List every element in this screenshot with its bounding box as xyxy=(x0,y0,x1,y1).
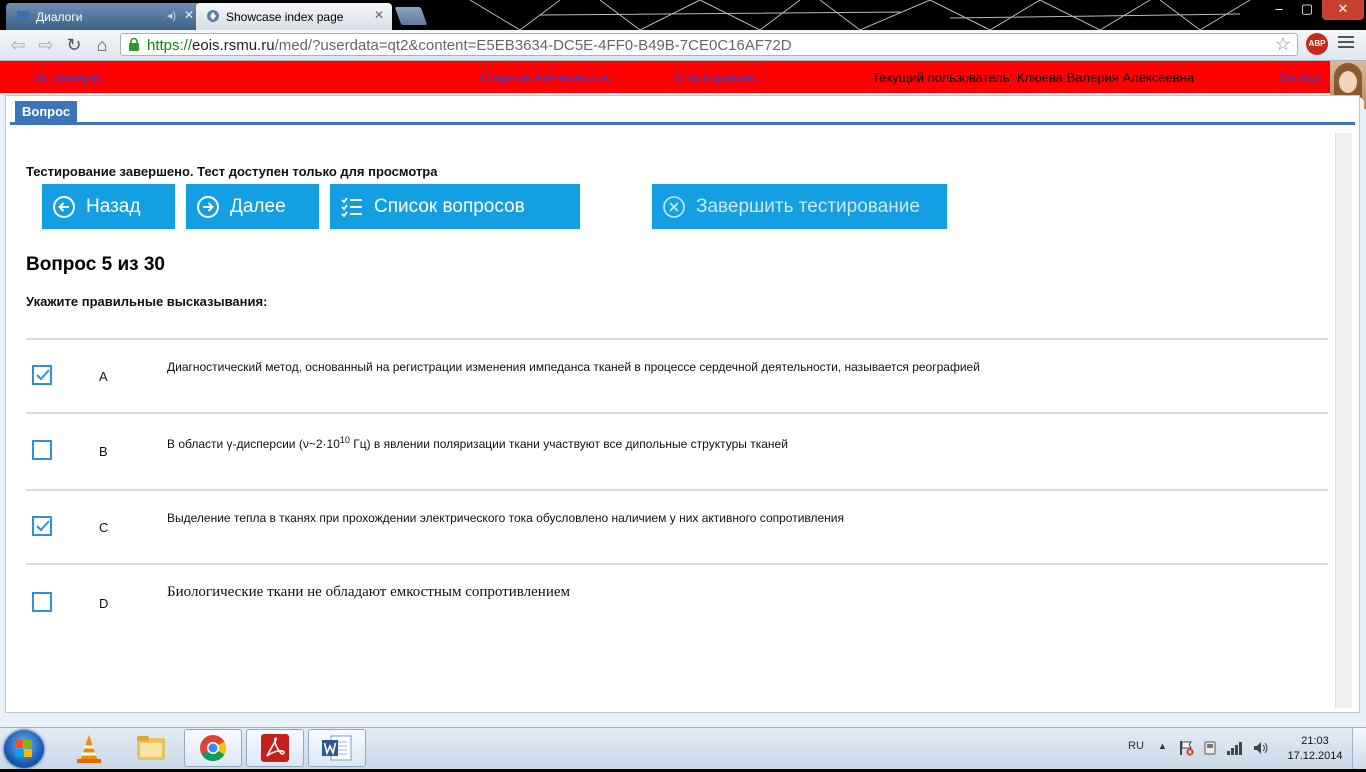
answer-letter: D xyxy=(99,596,109,611)
about-link[interactable]: О программе... xyxy=(675,70,765,85)
home-link[interactable]: На главную xyxy=(30,70,100,85)
tab-label: Showcase index page xyxy=(226,9,344,24)
checkmark-icon xyxy=(36,520,50,532)
answer-text: В области γ-дисперсии (ν~2·1010 Гц) в яв… xyxy=(167,435,788,451)
network-flag-icon[interactable] xyxy=(1178,740,1194,756)
vlc-icon xyxy=(77,735,101,763)
close-circle-icon xyxy=(663,195,685,218)
tab-showcase[interactable]: Showcase index page ✕ xyxy=(196,3,392,30)
browser-toolbar: ⇦ ⇨ ↻ ⌂ https://eois.rsmu.ru/med/?userda… xyxy=(0,30,1366,61)
question-title: Вопрос 5 из 30 xyxy=(26,254,165,275)
explorer-taskbar-button[interactable] xyxy=(122,729,180,767)
answer-divider xyxy=(26,412,1328,414)
adblock-plus-icon[interactable]: ABP xyxy=(1306,33,1328,55)
chrome-taskbar-button[interactable] xyxy=(184,729,242,767)
answer-text: Диагностический метод, основанный на рег… xyxy=(167,360,980,374)
answer-checkbox-b[interactable] xyxy=(32,440,52,460)
answer-checkbox-c[interactable] xyxy=(32,516,52,536)
home-icon[interactable]: ⌂ xyxy=(90,34,114,56)
url-path: /med/?userdata=qt2&content=E5EB3634-DC5E… xyxy=(274,37,792,54)
chrome-icon xyxy=(200,735,227,762)
answer-divider xyxy=(26,563,1328,565)
forward-icon[interactable]: ⇨ xyxy=(34,34,58,56)
chat-icon xyxy=(17,11,29,22)
signal-strength-icon[interactable] xyxy=(1226,740,1244,756)
page-content: На главную Открыть веб-консоль О програм… xyxy=(0,61,1366,727)
windows-logo-icon xyxy=(15,740,33,758)
file-explorer-icon xyxy=(137,736,165,760)
url-scheme: https:// xyxy=(147,37,193,54)
word-taskbar-button[interactable] xyxy=(308,729,366,767)
question-tab[interactable]: Вопрос xyxy=(15,101,78,123)
answer-text: Биологические ткани не обладают емкостны… xyxy=(167,584,570,600)
show-hidden-icons-icon[interactable]: ▲ xyxy=(1158,741,1167,751)
answer-letter: A xyxy=(99,369,108,384)
answer-text-part: В области γ-дисперсии (ν~2·10 xyxy=(167,437,340,451)
answer-divider xyxy=(26,489,1328,491)
arrow-left-circle-icon xyxy=(53,195,75,218)
answer-divider xyxy=(26,338,1328,340)
answer-letter: B xyxy=(99,444,108,459)
finish-testing-button-label: Завершить тестирование xyxy=(696,195,920,217)
back-icon[interactable]: ⇦ xyxy=(6,34,30,56)
answer-checkbox-d[interactable] xyxy=(32,592,52,612)
acrobat-icon xyxy=(261,734,289,762)
close-window-button[interactable]: ✕ xyxy=(1322,0,1364,20)
question-list-button[interactable]: Список вопросов xyxy=(330,184,580,229)
acrobat-taskbar-button[interactable] xyxy=(246,729,304,767)
tab-label: Диалоги xyxy=(36,9,83,24)
browser-menu-icon[interactable] xyxy=(1338,36,1354,50)
url-host: eois.rsmu.ru xyxy=(192,37,275,54)
volume-icon[interactable] xyxy=(1252,740,1270,756)
back-button-label: Назад xyxy=(86,195,141,217)
next-button-label: Далее xyxy=(230,195,286,217)
maximize-button[interactable]: ▢ xyxy=(1294,0,1320,20)
language-indicator[interactable]: RU xyxy=(1128,740,1144,752)
answer-text: Выделение тепла в тканях при прохождении… xyxy=(167,511,844,525)
arrow-right-circle-icon xyxy=(197,195,219,218)
answer-text-superscript: 10 xyxy=(339,435,350,445)
tab-underline xyxy=(10,122,1355,125)
browser-title-bar: Диалоги ◂) ✕ Showcase index page ✕ – ▢ ✕ xyxy=(0,0,1366,30)
current-user-label: Текущий пользователь: Клюева Валерия Але… xyxy=(872,70,1195,85)
close-tab-icon[interactable]: ✕ xyxy=(374,8,384,22)
checkmark-icon xyxy=(36,369,50,381)
logout-link[interactable]: Выход xyxy=(1281,70,1320,85)
top-nav-bar: На главную Открыть веб-консоль О програм… xyxy=(0,61,1330,93)
word-icon xyxy=(322,735,352,761)
test-status-message: Тестирование завершено. Тест доступен то… xyxy=(26,164,438,179)
question-panel: Вопрос Тестирование завершено. Тест дост… xyxy=(5,95,1360,713)
finish-testing-button[interactable]: Завершить тестирование xyxy=(652,184,947,229)
clock-time: 21:03 xyxy=(1301,735,1329,747)
show-desktop-button[interactable] xyxy=(1352,728,1366,769)
windows-taskbar: RU ▲ 21:03 17.12.2014 xyxy=(0,727,1366,769)
showcase-favicon-icon xyxy=(207,10,219,22)
answer-letter: C xyxy=(99,520,109,535)
device-icon[interactable] xyxy=(1202,740,1218,756)
question-list-button-label: Список вопросов xyxy=(374,195,525,217)
question-prompt: Укажите правильные высказывания: xyxy=(26,294,268,309)
system-clock[interactable]: 21:03 17.12.2014 xyxy=(1284,734,1346,764)
speaker-icon: ◂) xyxy=(166,10,176,22)
next-button[interactable]: Далее xyxy=(186,184,319,229)
clock-date: 17.12.2014 xyxy=(1287,750,1343,762)
vertical-scrollbar[interactable] xyxy=(1335,133,1352,708)
url-text: https://eois.rsmu.ru/med/?userdata=qt2&c… xyxy=(147,37,792,54)
reload-icon[interactable]: ↻ xyxy=(62,34,86,56)
back-button[interactable]: Назад xyxy=(42,184,175,229)
answer-checkbox-a[interactable] xyxy=(32,365,52,385)
address-bar[interactable]: https://eois.rsmu.ru/med/?userdata=qt2&c… xyxy=(120,33,1298,56)
open-web-console-link[interactable]: Открыть веб-консоль xyxy=(481,70,609,85)
tab-dialogs[interactable]: Диалоги ◂) ✕ xyxy=(6,3,202,30)
close-tab-icon[interactable]: ✕ xyxy=(184,8,194,22)
bookmark-star-icon[interactable]: ☆ xyxy=(1275,34,1291,55)
lock-icon xyxy=(129,38,139,51)
answer-text-part: Гц) в явлении поляризации ткани участвую… xyxy=(349,437,788,451)
start-button[interactable] xyxy=(4,730,44,768)
vlc-taskbar-button[interactable] xyxy=(60,729,118,767)
minimize-button[interactable]: – xyxy=(1266,0,1292,20)
checklist-icon xyxy=(341,196,362,217)
